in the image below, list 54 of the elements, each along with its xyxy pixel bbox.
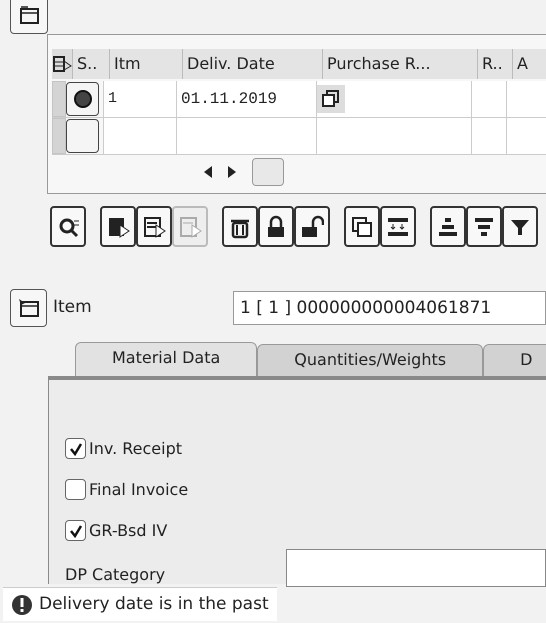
- checkmark-icon: [68, 524, 82, 538]
- toolbar-button[interactable]: [136, 206, 172, 247]
- checkbox[interactable]: [65, 438, 86, 459]
- toolbar-button[interactable]: [380, 206, 416, 247]
- status-text: Delivery date is in the past: [39, 592, 269, 616]
- expand-button[interactable]: [10, 289, 47, 327]
- checkmark-icon: [68, 442, 82, 456]
- toolbar-button[interactable]: [430, 206, 466, 247]
- column-header[interactable]: Purchase R...: [322, 49, 477, 79]
- toolbar-button[interactable]: [50, 206, 86, 247]
- scroll-right-icon[interactable]: [228, 166, 236, 178]
- panel-icon: [18, 298, 40, 318]
- checkbox-label: GR-Bsd IV: [89, 520, 168, 542]
- column-header[interactable]: A: [512, 49, 546, 79]
- checkbox[interactable]: [65, 520, 86, 541]
- dp-category-field[interactable]: [286, 549, 546, 587]
- status-button[interactable]: [66, 119, 99, 153]
- item-field[interactable]: 1 [ 1 ] 000000000004061871: [233, 291, 546, 325]
- copy-button[interactable]: [317, 85, 345, 113]
- table-cell[interactable]: [176, 118, 316, 154]
- toolbar-button[interactable]: [100, 206, 136, 247]
- tab[interactable]: Quantities/Weights: [257, 344, 484, 376]
- list-arrow-icon: [142, 214, 166, 238]
- copy-icon: [322, 90, 340, 108]
- unlock-icon: [300, 214, 324, 238]
- column-header[interactable]: S..: [72, 49, 109, 79]
- toolbar-button[interactable]: [258, 206, 294, 247]
- toolbar-button[interactable]: [502, 206, 538, 247]
- checkbox[interactable]: [65, 479, 86, 500]
- column-settings-icon[interactable]: [52, 49, 72, 79]
- table-cell: 1: [103, 81, 176, 117]
- column-header[interactable]: Deliv. Date: [182, 49, 322, 79]
- scroll-thumb[interactable]: [252, 158, 284, 186]
- field-label: DP Category: [65, 564, 166, 586]
- status-button[interactable]: [66, 82, 99, 116]
- toolbar-button[interactable]: [344, 206, 380, 247]
- checkbox-label: Inv. Receipt: [89, 438, 182, 460]
- toolbar-button[interactable]: [294, 206, 330, 247]
- warning-icon: [11, 594, 33, 616]
- panel-icon: [18, 5, 40, 25]
- column-header[interactable]: Itm: [109, 49, 182, 79]
- expand-button[interactable]: [10, 0, 48, 34]
- status-circle-icon: [72, 88, 94, 110]
- copy-icon: [350, 214, 374, 238]
- checkbox-label: Final Invoice: [89, 478, 188, 500]
- tab[interactable]: Material Data: [75, 342, 258, 376]
- column-header[interactable]: R..: [477, 49, 512, 79]
- tab[interactable]: D: [483, 344, 546, 376]
- scroll-left-icon[interactable]: [204, 166, 212, 178]
- toolbar-button[interactable]: [466, 206, 502, 247]
- table-cell[interactable]: 01.11.2019: [176, 81, 316, 117]
- item-label: Item: [53, 296, 93, 320]
- list-arrow-icon: [178, 214, 202, 238]
- toolbar-button[interactable]: [222, 206, 258, 247]
